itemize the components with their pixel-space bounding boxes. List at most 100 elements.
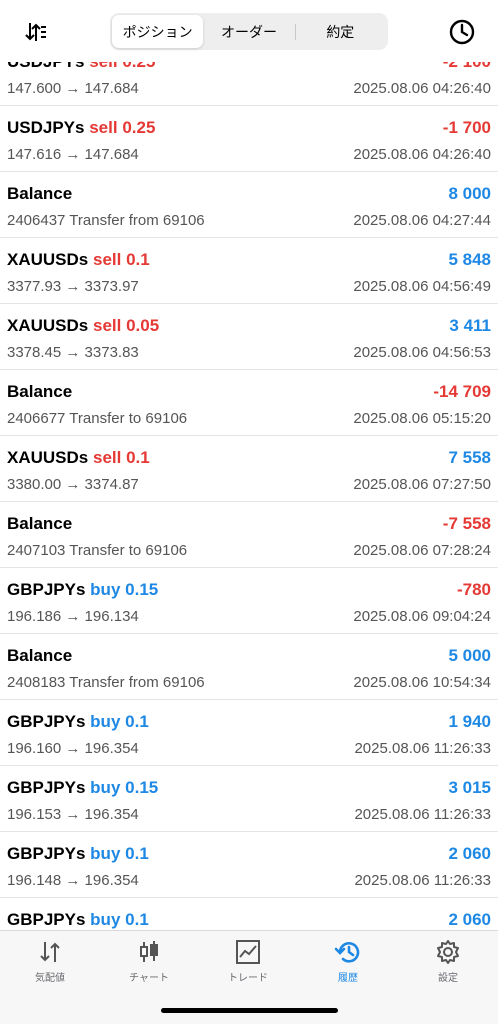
deal-row[interactable]: GBPJPYs buy 0.15 3 015 196.153 → 196.354 20…	[0, 766, 498, 832]
deal-row[interactable]: Balance -14 709 2406677 Transfer to 69106 2…	[0, 370, 498, 436]
tab-history[interactable]: 履歴	[308, 937, 388, 997]
trade-chart-icon	[236, 940, 260, 964]
deal-volume: 0.1	[125, 844, 149, 863]
history-icon	[334, 942, 360, 963]
deal-time: 2025.08.06 10:54:34	[353, 674, 491, 691]
top-bar: ポジション オーダー 約定	[0, 0, 498, 62]
tab-chart[interactable]: チャート	[109, 937, 189, 997]
deal-detail: 3378.45 → 3373.83	[7, 344, 139, 361]
deal-row[interactable]: GBPJPYs buy 0.15 -780 196.186 → 196.134 202…	[0, 568, 498, 634]
deal-profit: 7 558	[448, 448, 491, 467]
sort-icon[interactable]	[24, 20, 48, 44]
deal-detail: 147.600 → 147.684	[7, 80, 139, 97]
deal-title: GBPJPYs buy 0.15	[7, 580, 158, 600]
deal-title: XAUUSDs sell 0.05	[7, 316, 159, 336]
deal-symbol: XAUUSDs	[7, 316, 89, 335]
deal-symbol: XAUUSDs	[7, 250, 89, 269]
deal-volume: 0.25	[122, 62, 155, 71]
deal-detail: 196.160 → 196.354	[7, 740, 139, 757]
deal-profit: 1 940	[448, 712, 491, 731]
deal-title: USDJPYs sell 0.25	[7, 118, 155, 138]
deal-volume: 0.1	[126, 250, 150, 269]
deal-detail: 2406677 Transfer to 69106	[7, 410, 188, 427]
deal-row[interactable]: Balance -7 558 2407103 Transfer to 69106 20…	[0, 502, 498, 568]
segment-positions[interactable]: ポジション	[112, 15, 204, 48]
deal-profit: 5 848	[448, 250, 491, 269]
deal-row[interactable]: GBPJPYs buy 0.1 2 060	[0, 898, 498, 930]
deal-detail: 2407103 Transfer to 69106	[7, 542, 188, 559]
deal-time: 2025.08.06 04:56:49	[353, 278, 491, 295]
deal-profit: 2 060	[448, 910, 491, 929]
deal-side: sell	[92, 250, 122, 269]
segment-orders[interactable]: オーダー	[203, 15, 294, 48]
deal-symbol: Balance	[7, 184, 73, 203]
deal-volume: 0.25	[122, 118, 156, 137]
tab-trade[interactable]: トレード	[208, 937, 288, 997]
deal-symbol: XAUUSDs	[7, 448, 89, 467]
deal-side: sell	[89, 118, 118, 137]
deal-title: GBPJPYs buy 0.1	[7, 844, 149, 864]
deal-title: Balance	[7, 184, 72, 204]
deal-profit: 5 000	[448, 646, 491, 665]
deal-time: 2025.08.06 04:27:44	[353, 212, 491, 229]
deal-row[interactable]: Balance 8 000 2406437 Transfer from 69106 2…	[0, 172, 498, 238]
deal-title: GBPJPYs buy 0.1	[7, 910, 149, 930]
deal-row[interactable]: GBPJPYs buy 0.1 2 060 196.148 → 196.354 202…	[0, 832, 498, 898]
tab-label: 気配値	[35, 973, 65, 984]
deal-row[interactable]: XAUUSDs sell 0.05 3 411 3378.45 → 3373.83 2…	[0, 304, 498, 370]
deal-volume: 0.05	[126, 316, 160, 335]
tab-label: 設定	[438, 973, 458, 984]
deal-side: buy	[90, 712, 121, 731]
deal-side: buy	[90, 580, 121, 599]
deal-detail: 3377.93 → 3373.97	[7, 278, 139, 295]
deal-row[interactable]: XAUUSDs sell 0.1 5 848 3377.93 → 3373.97 20…	[0, 238, 498, 304]
deal-row[interactable]: GBPJPYs buy 0.1 1 940 196.160 → 196.354 202…	[0, 700, 498, 766]
deal-time: 2025.08.06 11:26:33	[354, 740, 491, 757]
deal-symbol: USDJPYs	[7, 118, 85, 137]
deal-time: 2025.08.06 05:15:20	[353, 410, 491, 427]
deal-symbol: GBPJPYs	[7, 712, 86, 731]
deal-profit: -2 100	[443, 62, 491, 72]
clock-icon[interactable]	[448, 18, 476, 46]
deal-row[interactable]: USDJPYs sell 0.25 -2 100 147.600 → 147.684…	[0, 62, 498, 106]
deal-profit: 3 015	[448, 778, 491, 797]
deal-symbol: Balance	[7, 514, 73, 533]
deal-title: XAUUSDs sell 0.1	[7, 448, 150, 468]
deal-time: 2025.08.06 07:27:50	[353, 476, 491, 493]
deal-volume: 0.1	[125, 910, 149, 929]
deal-title: USDJPYs sell 0.25	[7, 62, 155, 72]
deal-profit: -1 700	[442, 118, 491, 137]
deal-side: sell	[92, 448, 122, 467]
deal-symbol: GBPJPYs	[7, 910, 86, 929]
deal-title: GBPJPYs buy 0.1	[7, 712, 149, 732]
deal-side: sell	[92, 316, 122, 335]
deal-symbol: Balance	[7, 382, 73, 401]
deal-title: Balance	[7, 382, 72, 402]
deal-time: 2025.08.06 04:56:53	[353, 344, 491, 361]
deal-time: 2025.08.06 04:26:40	[353, 80, 491, 97]
deal-row[interactable]: XAUUSDs sell 0.1 7 558 3380.00 → 3374.87 20…	[0, 436, 498, 502]
deal-detail: 196.153 → 196.354	[7, 806, 139, 823]
gear-icon	[437, 940, 459, 964]
tab-label: チャート	[129, 973, 169, 984]
deal-time: 2025.08.06 11:26:33	[354, 806, 491, 823]
deal-detail: 147.616 → 147.684	[7, 146, 139, 163]
deal-title: GBPJPYs buy 0.15	[7, 778, 158, 798]
tab-settings[interactable]: 設定	[408, 937, 488, 997]
quotes-icon	[40, 942, 60, 962]
deal-profit: 3 411	[449, 316, 491, 335]
deal-detail: 196.186 → 196.134	[7, 608, 139, 625]
deal-time: 2025.08.06 07:28:24	[353, 542, 491, 559]
deal-title: Balance	[7, 514, 72, 534]
deal-row[interactable]: Balance 5 000 2408183 Transfer from 69106 2…	[0, 634, 498, 700]
deal-symbol: GBPJPYs	[7, 778, 86, 797]
tab-quotes[interactable]: 気配値	[10, 937, 90, 997]
home-indicator	[161, 1008, 338, 1013]
segment-deals[interactable]: 約定	[294, 15, 386, 48]
deal-detail: 2408183 Transfer from 69106	[7, 674, 205, 691]
deal-volume: 0.1	[126, 448, 150, 467]
deal-volume: 0.1	[125, 712, 149, 731]
deal-profit: 8 000	[448, 184, 491, 203]
deal-profit: -7 558	[442, 514, 491, 533]
deal-row[interactable]: USDJPYs sell 0.25 -1 700 147.616 → 147.684…	[0, 106, 498, 172]
